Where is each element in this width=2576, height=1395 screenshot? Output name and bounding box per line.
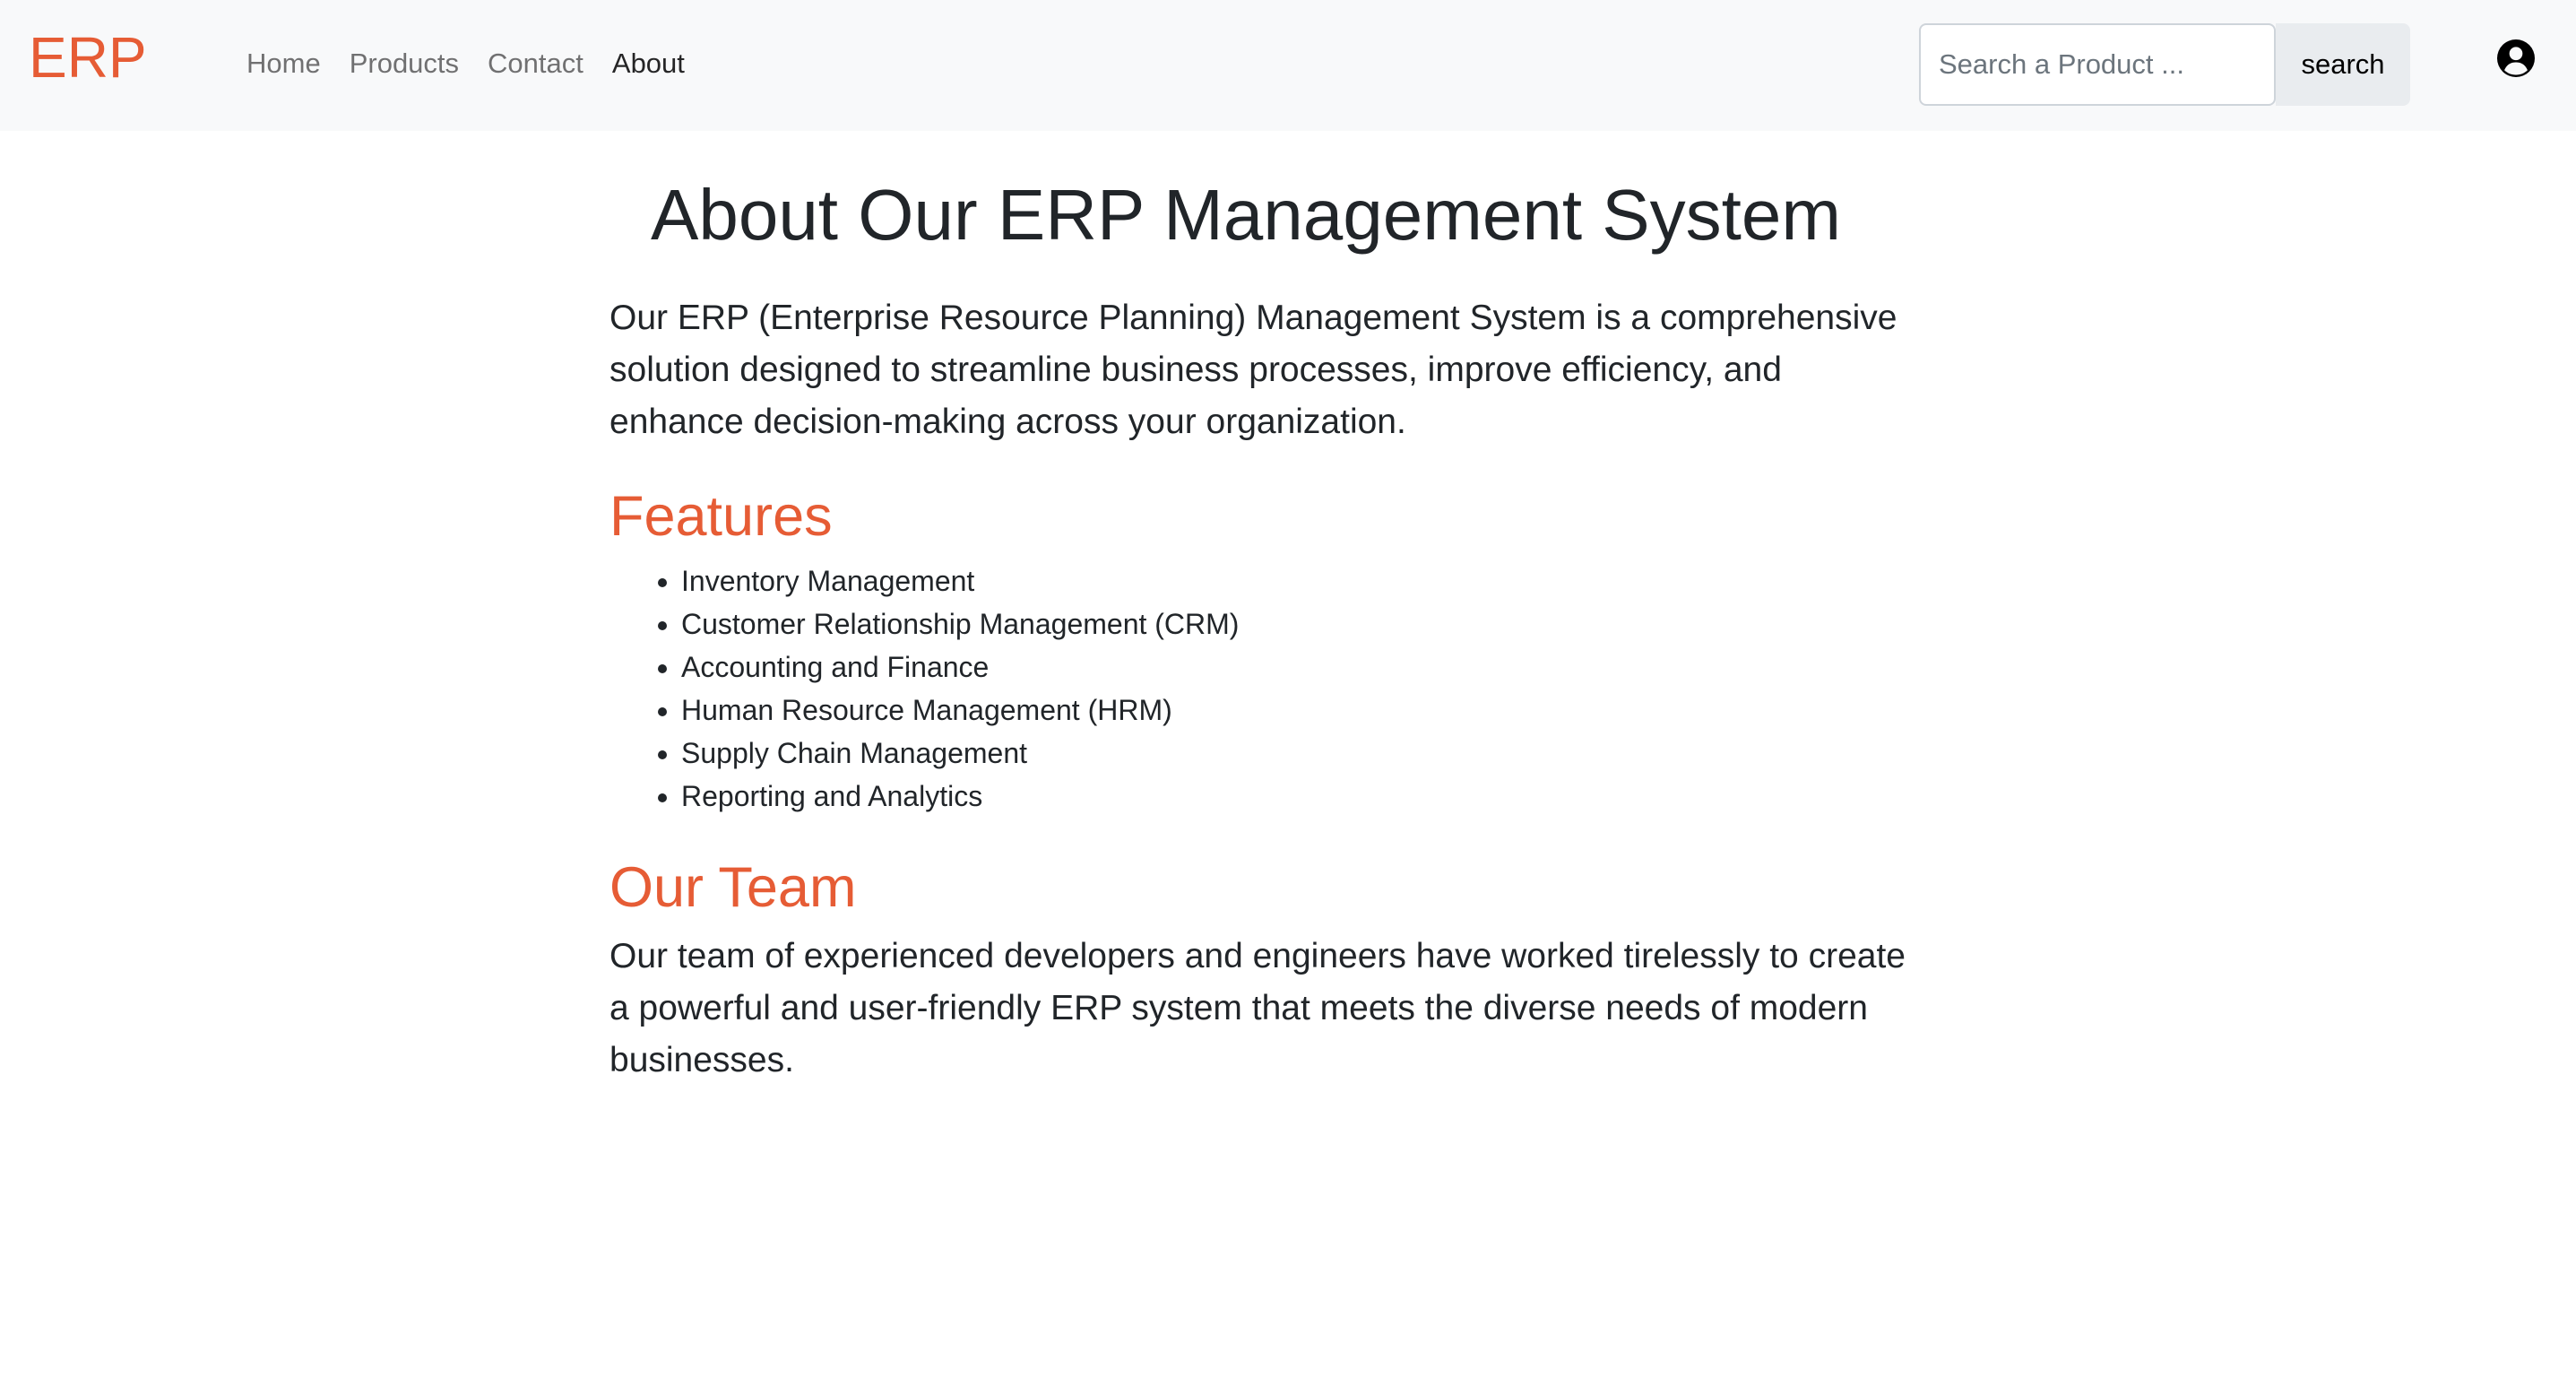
- nav-link-home[interactable]: Home: [246, 45, 321, 82]
- search-button[interactable]: search: [2276, 23, 2410, 106]
- features-list: Inventory Management Customer Relationsh…: [609, 559, 1909, 818]
- nav-link-products[interactable]: Products: [350, 45, 459, 82]
- team-paragraph: Our team of experienced developers and e…: [609, 937, 1906, 1079]
- page-title: About Our ERP Management System: [650, 175, 1842, 255]
- team-heading: Our Team: [609, 856, 857, 919]
- nav-link-contact[interactable]: Contact: [488, 45, 583, 82]
- feature-item: Inventory Management: [681, 559, 1909, 602]
- navbar: ERP Home Products Contact About search: [0, 0, 2576, 131]
- feature-item: Customer Relationship Management (CRM): [681, 602, 1909, 646]
- nav-link-about[interactable]: About: [612, 45, 685, 82]
- feature-item: Supply Chain Management: [681, 732, 1909, 775]
- intro-paragraph: Our ERP (Enterprise Resource Planning) M…: [609, 299, 1897, 441]
- feature-item: Reporting and Analytics: [681, 775, 1909, 818]
- features-heading: Features: [609, 485, 833, 548]
- search-input[interactable]: [1919, 23, 2276, 106]
- user-circle-icon[interactable]: [2497, 39, 2535, 77]
- main-content: About Our ERP Management System Our ERP …: [609, 131, 1909, 1087]
- brand-logo[interactable]: ERP: [29, 25, 147, 90]
- feature-item: Accounting and Finance: [681, 646, 1909, 689]
- feature-item: Human Resource Management (HRM): [681, 689, 1909, 732]
- nav-links: Home Products Contact About: [246, 45, 713, 82]
